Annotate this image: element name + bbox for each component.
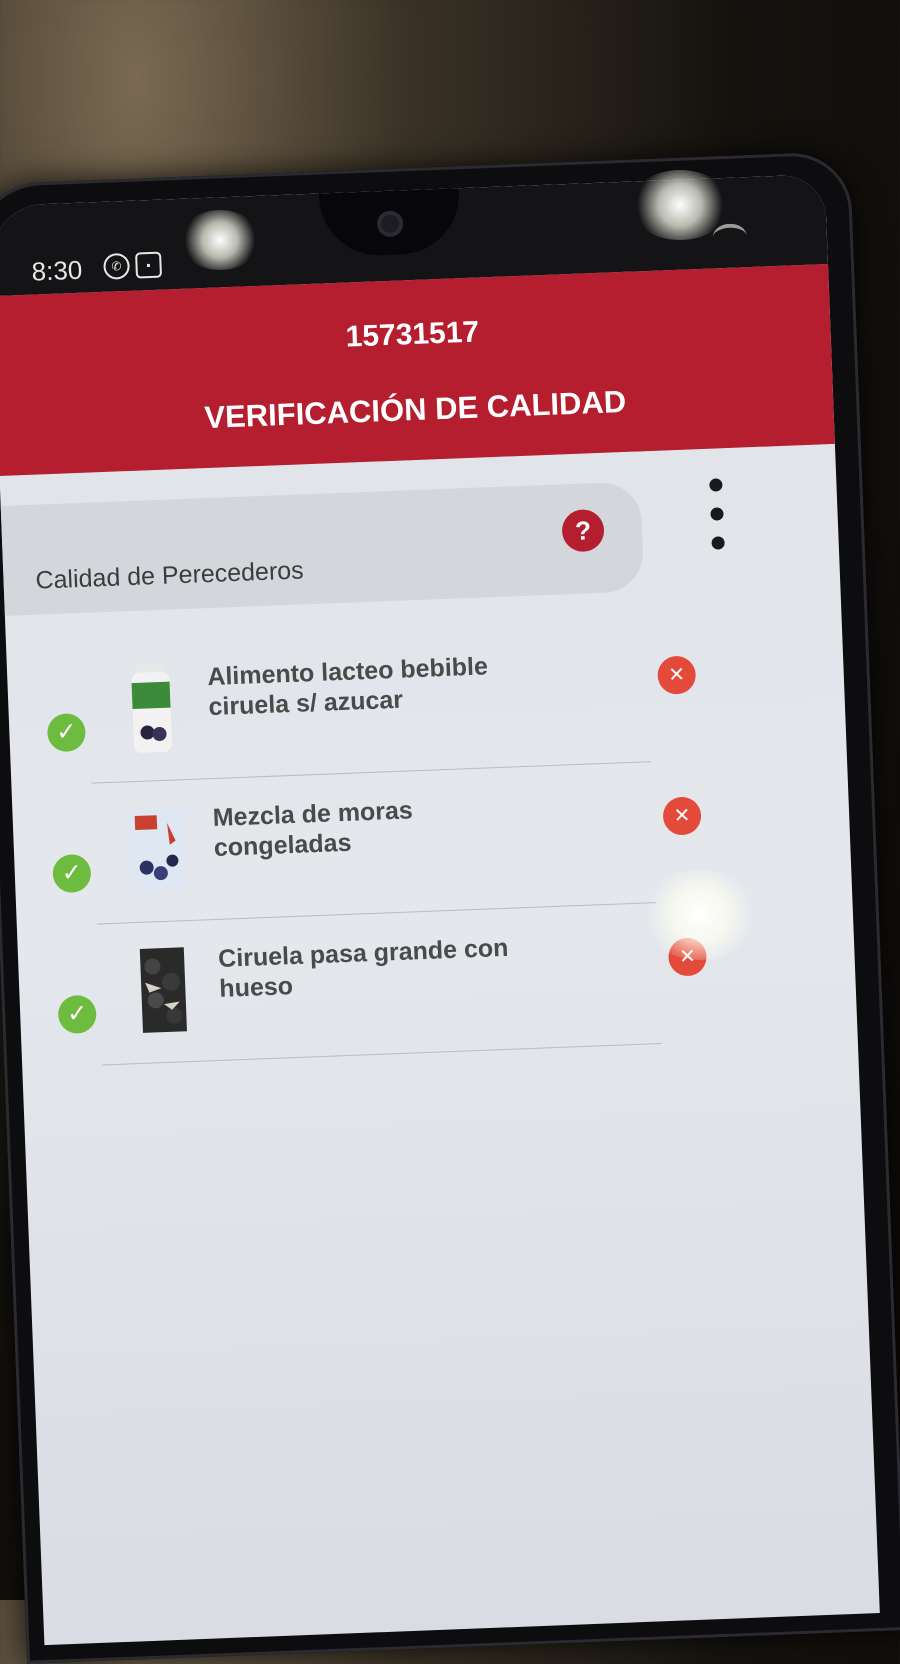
order-number: 15731517 [345,315,480,354]
item-list: ✓ Alimento lacteo bebible ciruela s/ azu… [6,614,858,1069]
list-item[interactable]: ✓ Mezcla de moras congeladas ✕ [52,762,702,925]
section-label: Calidad de Perecederos [35,556,305,595]
yogurt-bottle-thumbnail [131,663,172,753]
remove-icon[interactable]: ✕ [667,937,708,977]
frozen-berries-thumbnail [124,806,187,895]
help-icon[interactable]: ? [561,508,605,553]
status-time: 8:30 [31,254,83,287]
section-bar: Calidad de Perecederos ? [0,481,645,616]
item-name: Ciruela pasa grande con hueso [217,933,509,1003]
page-title: VERIFICACIÓN DE CALIDAD [203,383,627,436]
check-icon[interactable]: ✓ [46,712,87,753]
remove-icon[interactable]: ✕ [656,655,697,695]
wifi-icon [712,223,748,251]
list-item[interactable]: ✓ Ciruela pasa grande con hueso ✕ [57,903,708,1066]
more-options-icon[interactable] [700,478,733,559]
phone-frame: 8:30 ✆ ▪ 15731517 VERIFICACIÓN DE CALIDA… [0,151,900,1664]
item-name: Mezcla de moras congeladas [212,796,414,863]
item-name: Alimento lacteo bebible ciruela s/ azuca… [206,652,489,722]
list-item[interactable]: ✓ Alimento lacteo bebible ciruela s/ azu… [46,621,697,784]
check-icon[interactable]: ✓ [52,853,92,894]
notification-icon: ▪ [135,251,163,279]
whatsapp-icon: ✆ [103,252,131,280]
camera-icon [376,210,404,238]
check-icon[interactable]: ✓ [57,994,97,1035]
remove-icon[interactable]: ✕ [662,796,702,836]
app-header: 15731517 VERIFICACIÓN DE CALIDAD [0,264,835,476]
camera-notch [318,188,462,258]
prunes-thumbnail [139,947,187,1033]
app-screen: 8:30 ✆ ▪ 15731517 VERIFICACIÓN DE CALIDA… [0,174,880,1646]
status-icons: ✆ ▪ [103,251,163,280]
